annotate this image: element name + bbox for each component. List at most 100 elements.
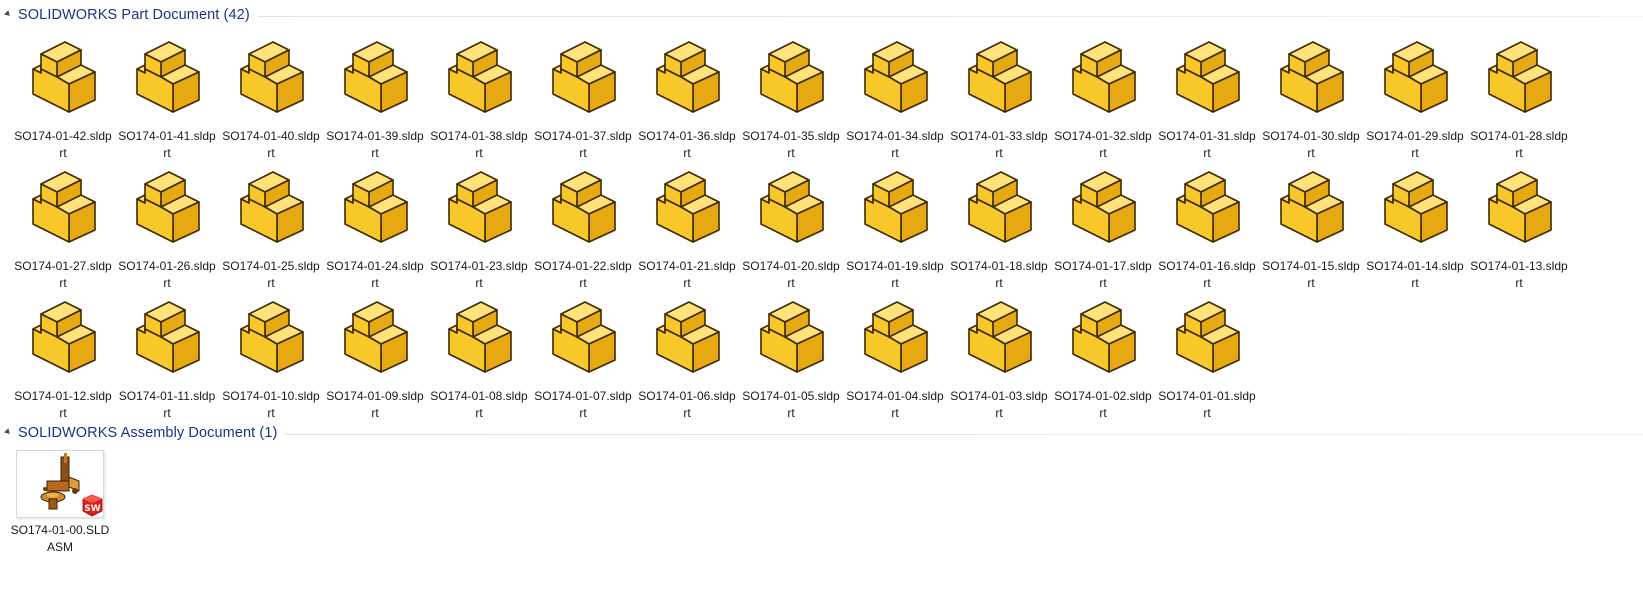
file-item-part[interactable]: SO174-01-42.sldprt xyxy=(11,30,115,160)
solidworks-part-icon xyxy=(747,292,835,380)
group-header-parts[interactable]: SOLIDWORKS Part Document (42) xyxy=(0,4,1643,26)
solidworks-part-icon xyxy=(19,32,107,120)
file-item-part[interactable]: SO174-01-27.sldprt xyxy=(11,160,115,290)
solidworks-part-icon xyxy=(1163,292,1251,380)
file-grid-parts: SO174-01-42.sldprt SO174-01-41.sldprt SO… xyxy=(11,30,1571,420)
file-item-part[interactable]: SO174-01-10.sldprt xyxy=(219,290,323,420)
file-item-part[interactable]: SO174-01-29.sldprt xyxy=(1363,30,1467,160)
file-name: SO174-01-17.sldprt xyxy=(1054,259,1152,290)
file-name: SO174-01-39.sldprt xyxy=(326,129,424,160)
file-name: SO174-01-05.sldprt xyxy=(742,389,840,420)
solidworks-part-icon xyxy=(19,162,107,250)
file-item-part[interactable]: SO174-01-12.sldprt xyxy=(11,290,115,420)
file-item-part[interactable]: SO174-01-05.sldprt xyxy=(739,290,843,420)
solidworks-part-icon xyxy=(123,162,211,250)
file-item-part[interactable]: SO174-01-07.sldprt xyxy=(531,290,635,420)
file-name: SO174-01-27.sldprt xyxy=(14,259,112,290)
file-item-part[interactable]: SO174-01-38.sldprt xyxy=(427,30,531,160)
solidworks-part-icon xyxy=(1371,162,1459,250)
solidworks-part-icon xyxy=(851,32,939,120)
collapse-triangle-icon[interactable] xyxy=(4,9,12,18)
file-name: SO174-01-19.sldprt xyxy=(846,259,944,290)
solidworks-part-icon xyxy=(227,292,315,380)
file-name: SO174-01-08.sldprt xyxy=(430,389,528,420)
group-title: SOLIDWORKS Assembly Document (1) xyxy=(18,425,278,441)
solidworks-part-icon xyxy=(123,292,211,380)
sw-badge: SW xyxy=(82,494,103,517)
file-item-part[interactable]: SO174-01-18.sldprt xyxy=(947,160,1051,290)
svg-text:SW: SW xyxy=(84,504,100,514)
file-item-part[interactable]: SO174-01-11.sldprt xyxy=(115,290,219,420)
file-name: SO174-01-24.sldprt xyxy=(326,259,424,290)
solidworks-part-icon xyxy=(643,292,731,380)
file-item-part[interactable]: SO174-01-40.sldprt xyxy=(219,30,323,160)
solidworks-part-icon xyxy=(747,162,835,250)
solidworks-part-icon xyxy=(123,32,211,120)
solidworks-part-icon xyxy=(1163,32,1251,120)
group-header-assembly[interactable]: SOLIDWORKS Assembly Document (1) xyxy=(0,422,1643,444)
solidworks-part-icon xyxy=(539,292,627,380)
file-item-part[interactable]: SO174-01-31.sldprt xyxy=(1155,30,1259,160)
file-item-part[interactable]: SO174-01-22.sldprt xyxy=(531,160,635,290)
solidworks-part-icon xyxy=(955,32,1043,120)
file-grid-assembly: SW SO174-01-00.SLDASM xyxy=(8,450,1568,580)
solidworks-part-icon xyxy=(1475,162,1563,250)
solidworks-part-icon xyxy=(19,292,107,380)
collapse-triangle-icon[interactable] xyxy=(4,427,12,436)
file-item-part[interactable]: SO174-01-20.sldprt xyxy=(739,160,843,290)
file-item-part[interactable]: SO174-01-13.sldprt xyxy=(1467,160,1571,290)
file-item-part[interactable]: SO174-01-03.sldprt xyxy=(947,290,1051,420)
file-item-part[interactable]: SO174-01-25.sldprt xyxy=(219,160,323,290)
file-item-part[interactable]: SO174-01-35.sldprt xyxy=(739,30,843,160)
file-item-part[interactable]: SO174-01-01.sldprt xyxy=(1155,290,1259,420)
file-name: SO174-01-10.sldprt xyxy=(222,389,320,420)
file-item-assembly[interactable]: SW SO174-01-00.SLDASM xyxy=(8,450,112,580)
file-name: SO174-01-14.sldprt xyxy=(1366,259,1464,290)
file-item-part[interactable]: SO174-01-23.sldprt xyxy=(427,160,531,290)
file-item-part[interactable]: SO174-01-33.sldprt xyxy=(947,30,1051,160)
solidworks-part-icon xyxy=(851,292,939,380)
file-name: SO174-01-00.SLDASM xyxy=(10,523,110,554)
group-divider xyxy=(257,15,1643,17)
file-item-part[interactable]: SO174-01-28.sldprt xyxy=(1467,30,1571,160)
file-name: SO174-01-36.sldprt xyxy=(638,129,736,160)
file-item-part[interactable]: SO174-01-16.sldprt xyxy=(1155,160,1259,290)
solidworks-part-icon xyxy=(747,32,835,120)
file-item-part[interactable]: SO174-01-08.sldprt xyxy=(427,290,531,420)
file-item-part[interactable]: SO174-01-04.sldprt xyxy=(843,290,947,420)
file-item-part[interactable]: SO174-01-32.sldprt xyxy=(1051,30,1155,160)
file-name: SO174-01-26.sldprt xyxy=(118,259,216,290)
group-title: SOLIDWORKS Part Document (42) xyxy=(18,7,250,23)
file-name: SO174-01-12.sldprt xyxy=(14,389,112,420)
file-name: SO174-01-37.sldprt xyxy=(534,129,632,160)
file-item-part[interactable]: SO174-01-19.sldprt xyxy=(843,160,947,290)
file-name: SO174-01-29.sldprt xyxy=(1366,129,1464,160)
file-item-part[interactable]: SO174-01-15.sldprt xyxy=(1259,160,1363,290)
file-item-part[interactable]: SO174-01-02.sldprt xyxy=(1051,290,1155,420)
file-item-part[interactable]: SO174-01-37.sldprt xyxy=(531,30,635,160)
solidworks-part-icon xyxy=(1267,32,1355,120)
file-item-part[interactable]: SO174-01-36.sldprt xyxy=(635,30,739,160)
file-name: SO174-01-30.sldprt xyxy=(1262,129,1360,160)
file-item-part[interactable]: SO174-01-17.sldprt xyxy=(1051,160,1155,290)
file-name: SO174-01-31.sldprt xyxy=(1158,129,1256,160)
solidworks-part-icon xyxy=(1059,292,1147,380)
file-item-part[interactable]: SO174-01-30.sldprt xyxy=(1259,30,1363,160)
file-name: SO174-01-15.sldprt xyxy=(1262,259,1360,290)
solidworks-part-icon xyxy=(851,162,939,250)
file-item-part[interactable]: SO174-01-41.sldprt xyxy=(115,30,219,160)
file-item-part[interactable]: SO174-01-06.sldprt xyxy=(635,290,739,420)
file-item-part[interactable]: SO174-01-34.sldprt xyxy=(843,30,947,160)
file-item-part[interactable]: SO174-01-09.sldprt xyxy=(323,290,427,420)
file-name: SO174-01-41.sldprt xyxy=(118,129,216,160)
file-name: SO174-01-16.sldprt xyxy=(1158,259,1256,290)
file-item-part[interactable]: SO174-01-39.sldprt xyxy=(323,30,427,160)
file-item-part[interactable]: SO174-01-24.sldprt xyxy=(323,160,427,290)
file-item-part[interactable]: SO174-01-26.sldprt xyxy=(115,160,219,290)
group-divider xyxy=(285,433,1643,435)
file-name: SO174-01-40.sldprt xyxy=(222,129,320,160)
file-item-part[interactable]: SO174-01-14.sldprt xyxy=(1363,160,1467,290)
file-item-part[interactable]: SO174-01-21.sldprt xyxy=(635,160,739,290)
file-name: SO174-01-04.sldprt xyxy=(846,389,944,420)
solidworks-part-icon xyxy=(1371,32,1459,120)
